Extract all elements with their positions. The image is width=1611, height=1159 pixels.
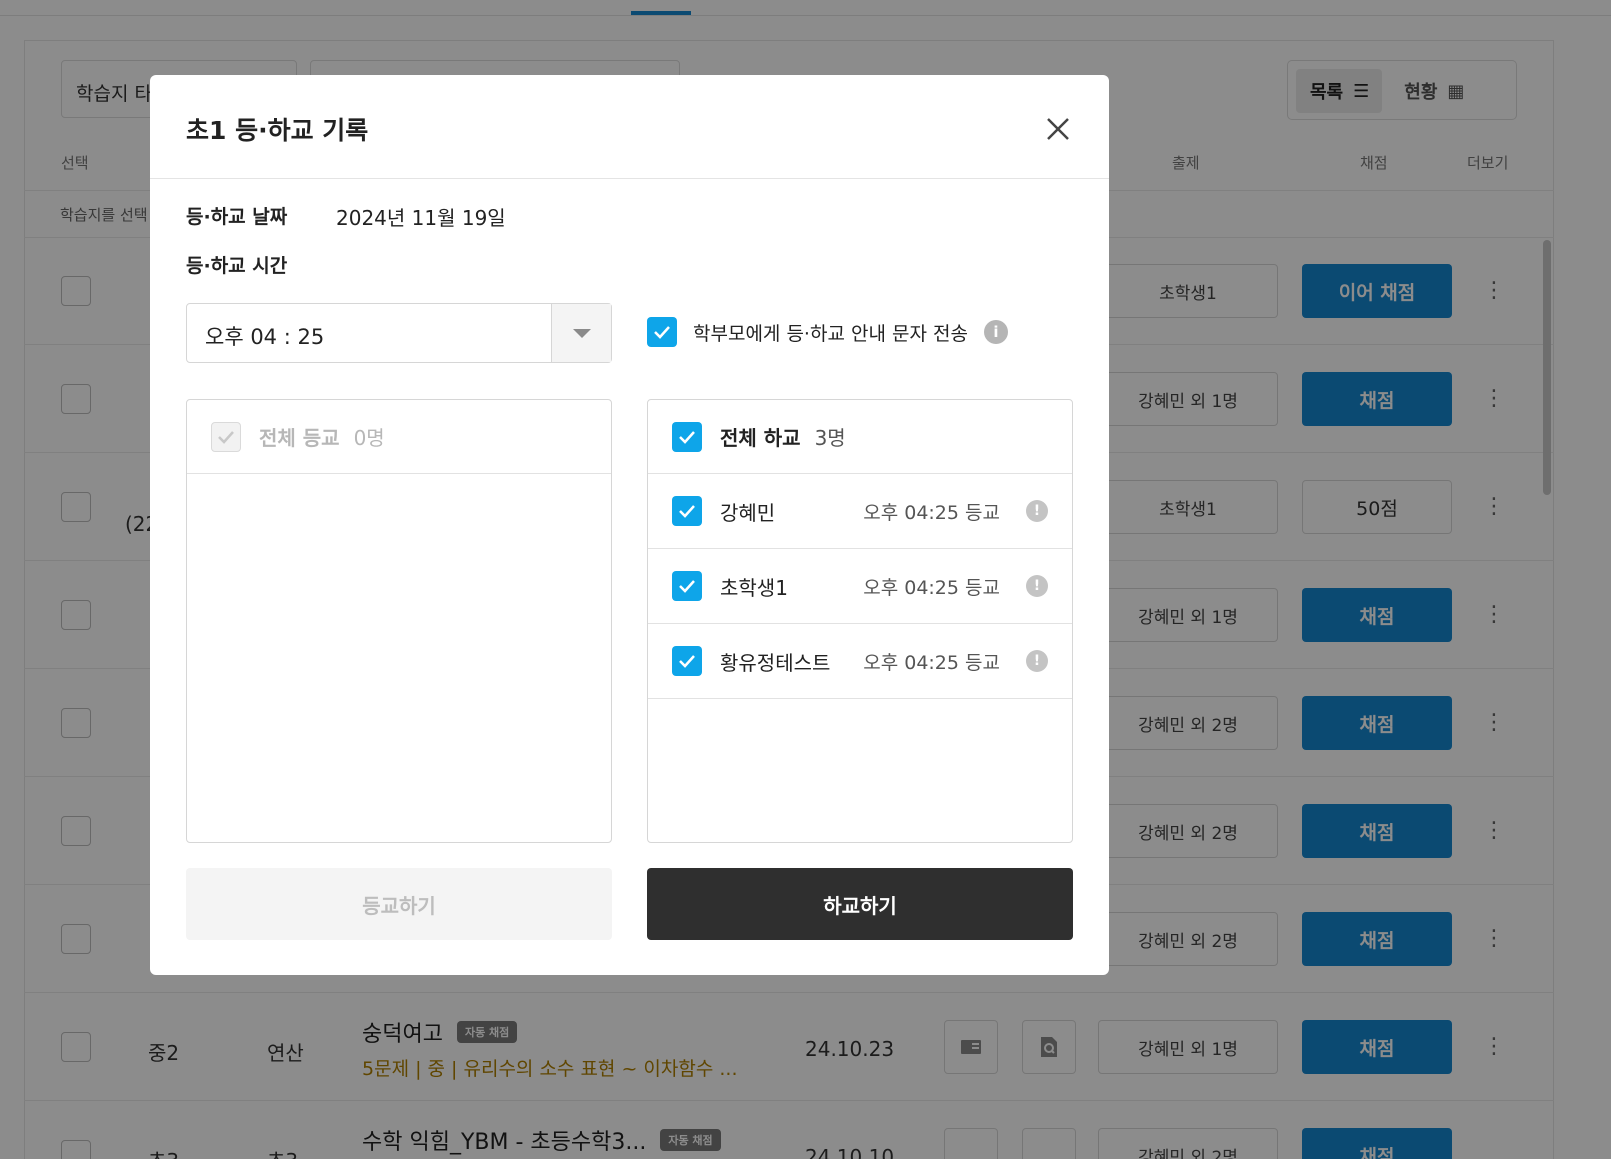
info-icon[interactable]: i [983,320,1008,344]
student-checkbox[interactable] [672,496,702,526]
check-icon [654,326,670,339]
student-row[interactable]: 황유정테스트 오후 04:25 등교 ! [648,624,1072,699]
dropdown-button[interactable] [551,304,611,362]
student-name: 황유정테스트 [720,650,831,675]
close-button[interactable] [1038,109,1078,149]
arrive-panel-count: 0명 [353,426,385,450]
leave-panel-header: 전체 하교 3명 [648,400,1072,474]
check-icon [679,505,695,518]
time-select-value: 오후 04 : 25 [205,325,325,349]
arrive-button[interactable]: 등교하기 [186,868,612,940]
student-name: 강혜민 [720,500,776,525]
modal-title: 초1 등·하교 기록 [186,116,369,145]
sms-option: 학부모에게 등·하교 안내 문자 전송 i [647,317,1008,347]
check-icon [218,430,234,444]
date-label: 등·하교 날짜 [186,206,288,228]
leave-button[interactable]: 하교하기 [647,868,1073,940]
student-status: 오후 04:25 등교 [863,651,1000,674]
sms-checkbox[interactable] [647,317,677,347]
caret-down-icon [572,328,591,338]
alert-icon[interactable]: ! [1026,650,1048,672]
close-icon [1047,118,1069,140]
arrive-panel-title: 전체 등교 [259,426,340,450]
student-row[interactable]: 강혜민 오후 04:25 등교 ! [648,474,1072,549]
leave-panel-count: 3명 [814,426,846,450]
leave-panel: 전체 하교 3명 강혜민 오후 04:25 등교 ! 초학생1 오후 04:25… [647,399,1073,843]
time-label: 등·하교 시간 [186,255,288,277]
select-all-arrive-checkbox[interactable] [211,421,241,452]
alert-icon[interactable]: ! [1026,500,1048,522]
leave-panel-title: 전체 하교 [720,426,801,450]
time-select[interactable]: 오후 04 : 25 [186,303,612,363]
modal-header: 초1 등·하교 기록 [150,75,1109,179]
student-status: 오후 04:25 등교 [863,501,1000,524]
attendance-modal: 초1 등·하교 기록 등·하교 날짜 2024년 11월 19일 등·하교 시간… [150,75,1109,975]
student-status: 오후 04:25 등교 [863,576,1000,599]
check-icon [679,430,695,444]
check-icon [679,655,695,668]
select-all-leave-checkbox[interactable] [672,421,702,452]
date-value: 2024년 11월 19일 [336,206,506,230]
check-icon [679,580,695,593]
arrive-panel: 전체 등교 0명 [186,399,612,843]
student-checkbox[interactable] [672,571,702,601]
student-checkbox[interactable] [672,646,702,676]
student-name: 초학생1 [720,575,788,600]
arrive-panel-header: 전체 등교 0명 [187,400,611,474]
student-row[interactable]: 초학생1 오후 04:25 등교 ! [648,549,1072,624]
sms-label: 학부모에게 등·하교 안내 문자 전송 [693,322,968,345]
alert-icon[interactable]: ! [1026,575,1048,597]
